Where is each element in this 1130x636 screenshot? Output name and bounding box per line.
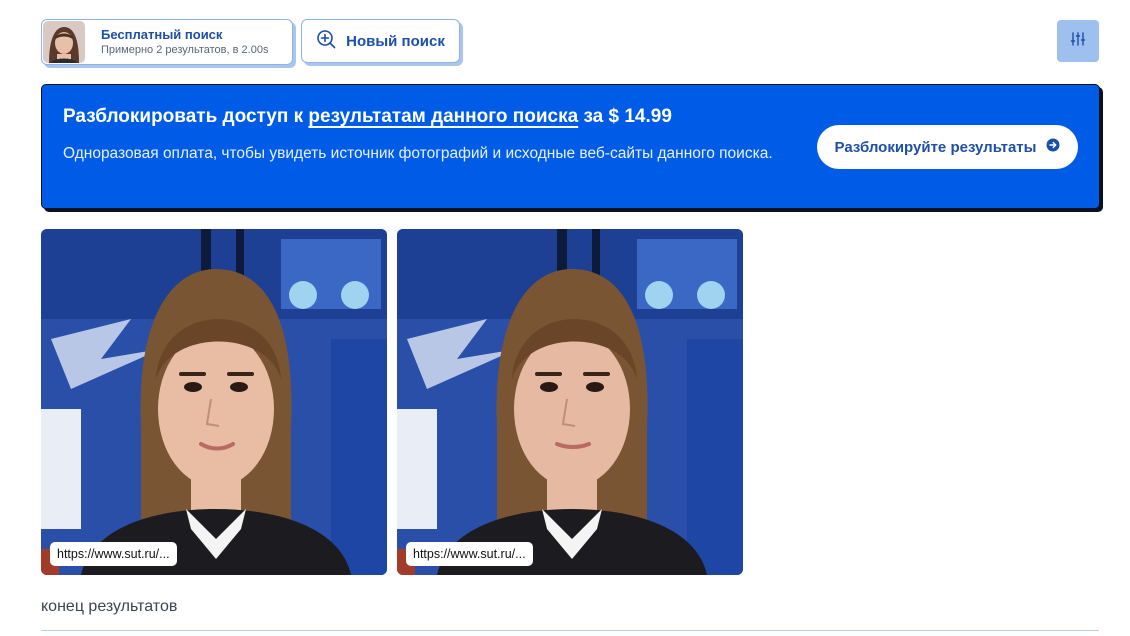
banner-title-prefix: Разблокировать доступ к bbox=[63, 106, 309, 127]
sliders-icon bbox=[1070, 31, 1086, 52]
banner-title-link: результатам данного поиска bbox=[308, 106, 579, 127]
divider bbox=[41, 630, 1099, 631]
result-card[interactable]: https://www.sut.ru/... bbox=[397, 229, 743, 575]
unlock-results-button[interactable]: Разблокируйте результаты bbox=[817, 125, 1078, 169]
search-summary-chip[interactable]: Бесплатный поиск Примерно 2 результатов,… bbox=[41, 19, 293, 65]
result-count-text: Примерно 2 результатов, в 2.00s bbox=[101, 43, 269, 56]
unlock-results-label: Разблокируйте результаты bbox=[834, 138, 1037, 156]
filter-button[interactable] bbox=[1057, 20, 1099, 62]
search-type-title: Бесплатный поиск bbox=[101, 26, 223, 42]
end-of-results-label: конец результатов bbox=[41, 598, 178, 615]
banner-description: Одноразовая оплата, чтобы увидеть источн… bbox=[63, 145, 773, 162]
banner-title-price: за $ 14.99 bbox=[578, 106, 672, 127]
result-photo bbox=[397, 229, 743, 575]
results-page: Бесплатный поиск Примерно 2 результатов,… bbox=[0, 0, 1130, 636]
zoom-in-icon bbox=[316, 29, 336, 54]
search-summary-text: Бесплатный поиск Примерно 2 результатов,… bbox=[101, 27, 268, 58]
new-search-label: Новый поиск bbox=[346, 32, 445, 50]
top-bar: Бесплатный поиск Примерно 2 результатов,… bbox=[41, 19, 1099, 65]
banner-title: Разблокировать доступ к результатам данн… bbox=[63, 106, 672, 128]
source-url[interactable]: https://www.sut.ru/... bbox=[50, 542, 177, 566]
result-card[interactable]: https://www.sut.ru/... bbox=[41, 229, 387, 575]
query-face-thumbnail bbox=[43, 21, 85, 63]
arrow-right-circle-icon bbox=[1046, 138, 1060, 157]
unlock-banner: Разблокировать доступ к результатам данн… bbox=[41, 84, 1100, 209]
result-photo bbox=[41, 229, 387, 575]
source-url[interactable]: https://www.sut.ru/... bbox=[406, 542, 533, 566]
new-search-button[interactable]: Новый поиск bbox=[301, 19, 460, 63]
